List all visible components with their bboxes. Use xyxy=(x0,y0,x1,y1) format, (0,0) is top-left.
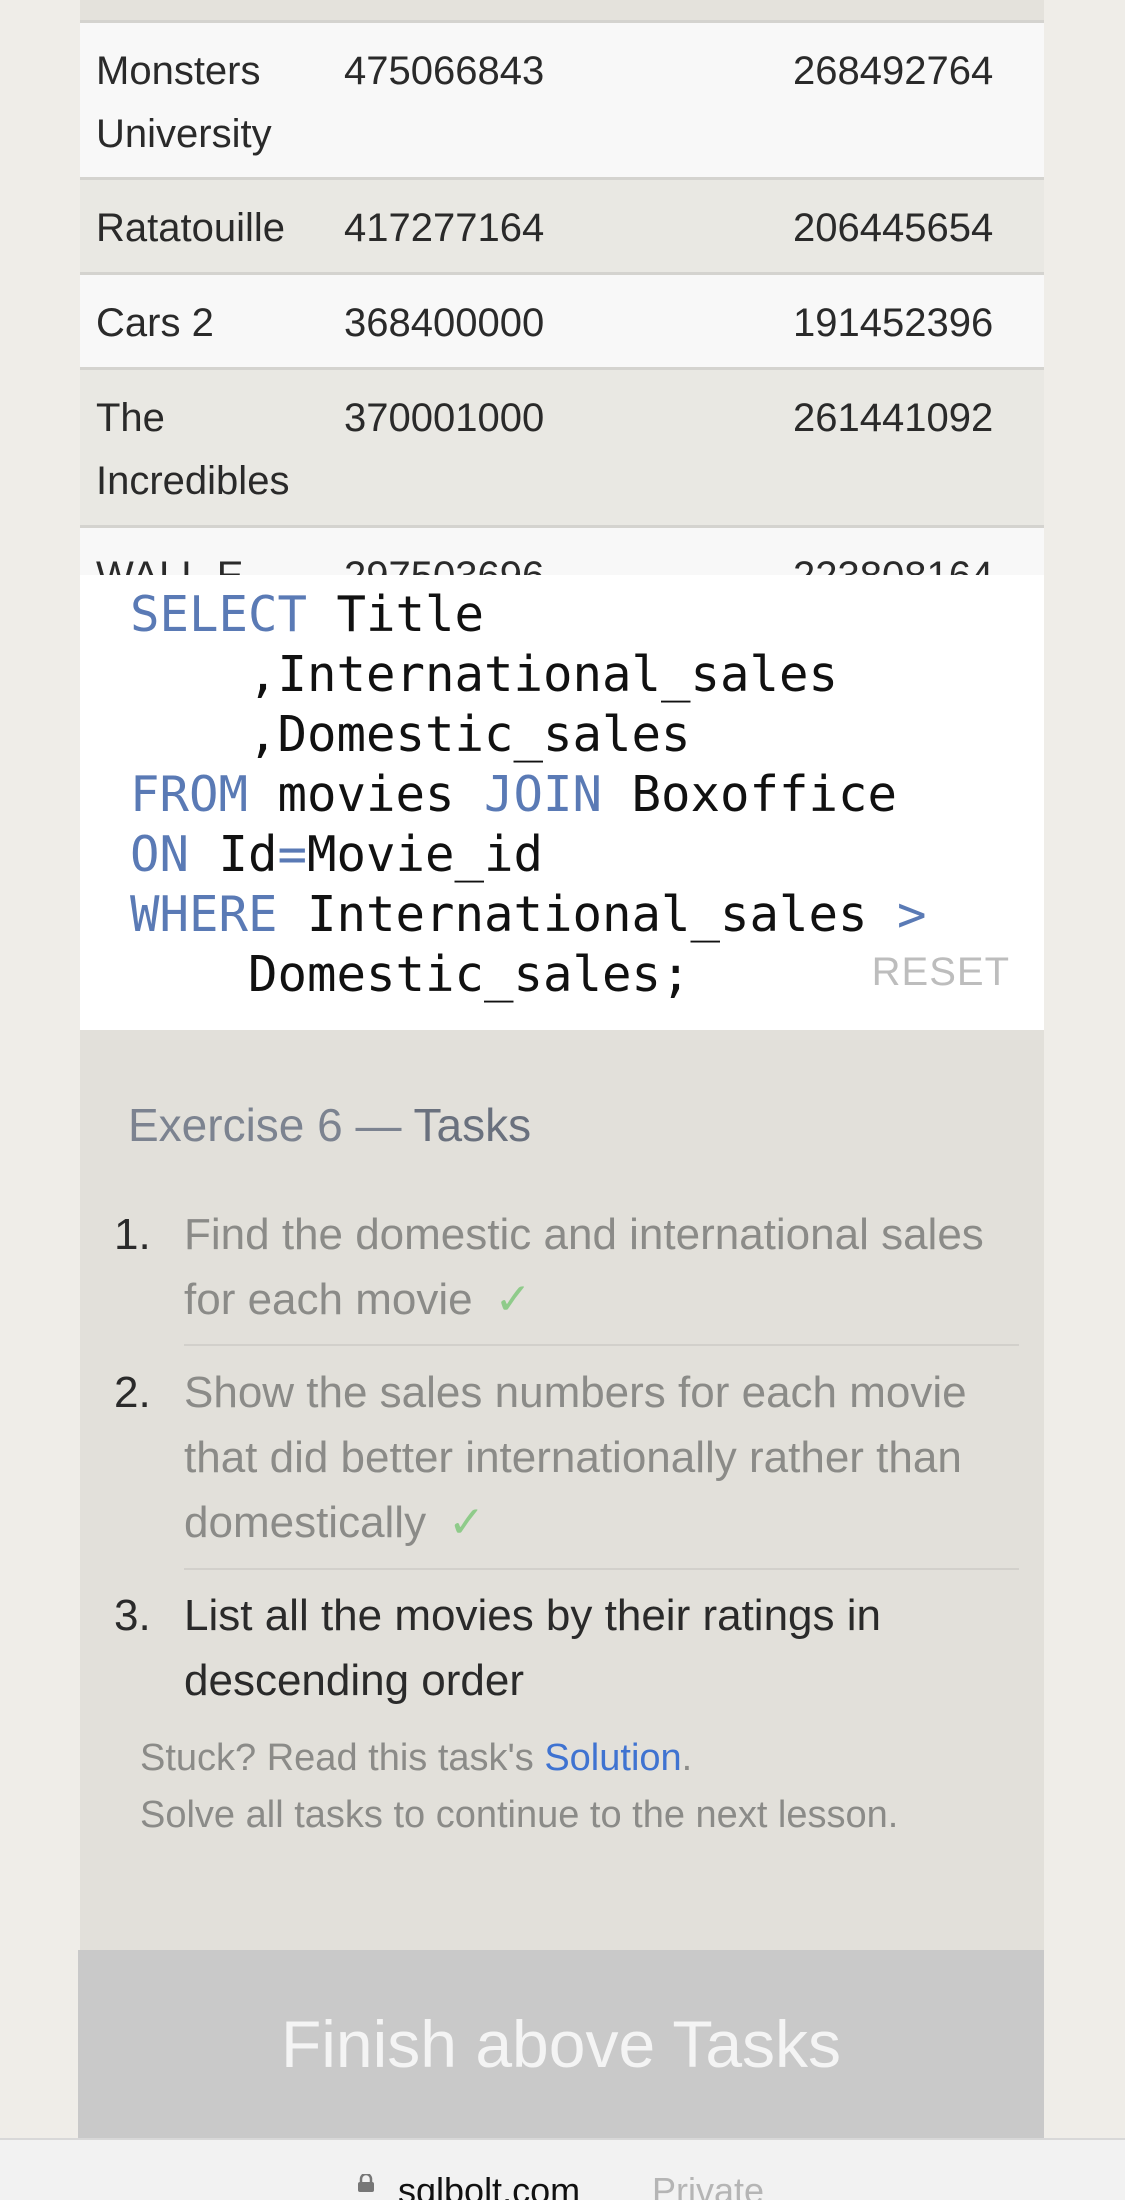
cell-title: The Incredibles xyxy=(96,396,290,503)
cell-title: Monsters University xyxy=(96,49,272,156)
task-text: List all the movies by their ratings in … xyxy=(184,1591,881,1705)
cell-domestic: 206445654 xyxy=(793,206,994,250)
code-line: Domestic_sales; xyxy=(130,945,927,1005)
table-top-strip xyxy=(80,0,1044,20)
sql-text: ,International_sales xyxy=(130,646,839,703)
task-text-content: Find the domestic and international sale… xyxy=(184,1210,984,1324)
cell-domestic: 261441092 xyxy=(793,396,994,440)
table-row: WALL-E 297503696 223808164 xyxy=(80,525,1044,575)
private-label: Private xyxy=(652,2170,765,2200)
task-number: 2. xyxy=(114,1368,151,1417)
tasks-panel: Exercise 6 — Tasks 1. Find the domestic … xyxy=(80,1030,1044,1950)
cell-international: 417277164 xyxy=(344,206,545,250)
sql-keyword: JOIN xyxy=(484,766,603,823)
continue-text: Solve all tasks to continue to the next … xyxy=(140,1794,899,1836)
sql-text: movies xyxy=(248,766,485,823)
table-row: The Incredibles 370001000 261441092 xyxy=(80,367,1044,525)
exercise-label: Exercise 6 — xyxy=(128,1099,414,1151)
table-row: Ratatouille 417277164 206445654 xyxy=(80,177,1044,272)
stuck-suffix: . xyxy=(681,1737,693,1779)
sql-keyword: SELECT xyxy=(130,586,308,643)
code-line: ,Domestic_sales xyxy=(130,705,927,765)
cell-international: 370001000 xyxy=(344,396,545,440)
code-line: FROM movies JOIN Boxoffice xyxy=(130,765,927,825)
sql-operator: > xyxy=(897,886,927,943)
task-text-content: Show the sales numbers for each movie th… xyxy=(184,1368,967,1547)
tasks-label: Tasks xyxy=(413,1099,532,1151)
task-divider xyxy=(184,1344,1019,1346)
task-text: Find the domestic and international sale… xyxy=(184,1202,1004,1332)
sql-text: Id xyxy=(189,826,278,883)
code-line: ON Id=Movie_id xyxy=(130,825,927,885)
cell-domestic: 268492764 xyxy=(793,49,994,93)
task-number: 3. xyxy=(114,1591,151,1640)
results-table: Monsters University 475066843 268492764 … xyxy=(80,0,1044,575)
tasks-title: Exercise 6 — Tasks xyxy=(128,1098,531,1152)
sql-keyword: FROM xyxy=(130,766,249,823)
sql-text: Domestic_sales; xyxy=(130,946,691,1003)
sql-text: Boxoffice xyxy=(602,766,898,823)
sql-text: International_sales xyxy=(277,886,898,943)
finish-tasks-button[interactable]: Finish above Tasks xyxy=(78,1950,1044,2138)
url-text[interactable]: sqlbolt.com xyxy=(398,2170,580,2200)
sql-text: ,Domestic_sales xyxy=(130,706,691,763)
task-text: Show the sales numbers for each movie th… xyxy=(184,1360,1004,1555)
task-number: 1. xyxy=(114,1210,151,1259)
stuck-line: Stuck? Read this task's Solution. xyxy=(140,1730,1000,1787)
cell-title: WALL-E xyxy=(96,545,336,575)
sql-operator: = xyxy=(277,826,308,883)
checkmark-icon: ✓ xyxy=(448,1498,485,1547)
table-row: Monsters University 475066843 268492764 xyxy=(80,20,1044,177)
cell-international: 368400000 xyxy=(344,301,545,345)
task-divider xyxy=(184,1568,1019,1570)
sql-text: Title xyxy=(307,586,485,643)
solution-link[interactable]: Solution xyxy=(544,1737,681,1779)
code-line: ,International_sales xyxy=(130,645,927,705)
lock-icon xyxy=(358,2174,374,2192)
cell-title: Cars 2 xyxy=(96,301,214,345)
browser-bottom-bar: sqlbolt.com Private xyxy=(0,2138,1125,2200)
code-line: WHERE International_sales > xyxy=(130,885,927,945)
sql-keyword: WHERE xyxy=(130,886,278,943)
checkmark-icon: ✓ xyxy=(494,1275,532,1324)
sql-code[interactable]: SELECT Title ,International_sales ,Domes… xyxy=(130,585,927,1005)
sql-keyword: ON xyxy=(130,826,190,883)
cell-domestic: 191452396 xyxy=(793,301,994,345)
cell-domestic: 223808164 xyxy=(793,545,993,575)
sql-text: Movie_id xyxy=(307,826,544,883)
table-row: Cars 2 368400000 191452396 xyxy=(80,272,1044,367)
hint-text: Stuck? Read this task's Solution. Solve … xyxy=(140,1730,1000,1844)
reset-button[interactable]: RESET xyxy=(872,950,1010,995)
sql-editor[interactable]: SELECT Title ,International_sales ,Domes… xyxy=(80,575,1044,1030)
cell-international: 475066843 xyxy=(344,49,545,93)
cell-title: Ratatouille xyxy=(96,206,286,250)
cell-international: 297503696 xyxy=(344,545,544,575)
stuck-prefix: Stuck? Read this task's xyxy=(140,1737,545,1779)
code-line: SELECT Title xyxy=(130,585,927,645)
